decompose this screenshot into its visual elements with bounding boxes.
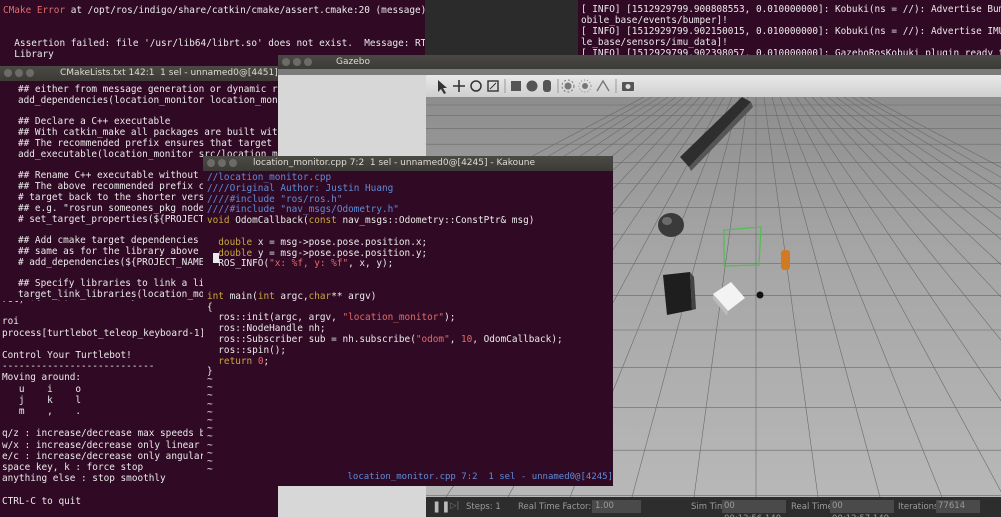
box-icon[interactable] xyxy=(511,81,521,91)
terminal-line: target_link_libraries(location_monito xyxy=(18,289,227,301)
sim-time-value: 00 00:12:56.140 xyxy=(722,500,786,517)
code-titlebar[interactable]: location_monitor.cpp 7:2 1 sel - unnamed… xyxy=(203,156,613,171)
sphere-icon[interactable] xyxy=(526,80,538,92)
code-line: ros::Subscriber sub = nh.subscribe("odom… xyxy=(207,334,563,345)
close-icon[interactable] xyxy=(207,159,215,167)
terminal-line: # add_dependencies(${PROJECT_NAME}_no xyxy=(18,256,227,268)
terminal-line: w/x : increase/decrease only linear spee xyxy=(2,439,228,451)
terminal-line: # target back to the shorter version xyxy=(18,192,222,203)
terminal-line: CTRL-C to quit xyxy=(2,495,82,507)
cylinder-model[interactable] xyxy=(781,250,790,270)
terminal-line: ${catkin_LIBRARIES} xyxy=(18,300,136,301)
select-icon[interactable] xyxy=(438,80,447,94)
step-icon[interactable]: ▷| xyxy=(450,501,459,511)
code-line: double y = msg->pose.pose.position.y; xyxy=(207,247,428,259)
minimize-icon[interactable] xyxy=(218,159,226,167)
terminal-line: ## same as for the library above xyxy=(18,246,199,257)
code-line: ros::init(argc, argv, "location_monitor"… xyxy=(207,312,456,324)
screenshot-icon[interactable] xyxy=(622,82,634,91)
code-line: { xyxy=(207,301,213,313)
code-line: ros::NodeHandle nh; xyxy=(207,323,326,335)
spot-light-icon[interactable] xyxy=(596,79,610,92)
terminal-line: # set_target_properties(${PROJECT_NAM xyxy=(18,213,227,225)
terminal-line: ## Specify libraries to link a librar xyxy=(18,278,227,290)
maximize-icon[interactable] xyxy=(229,159,237,167)
iterations-value: 77614 xyxy=(936,500,980,513)
translate-icon[interactable] xyxy=(453,80,465,92)
empty-line-marker: ~ xyxy=(207,464,213,476)
code-line: ros::spin(); xyxy=(207,344,287,356)
terminal-line: Library xyxy=(3,49,54,60)
code-line: int main(int argc,char** argv) xyxy=(207,290,377,302)
code-line: ROS_INFO("x: %f, y: %f", x, y); xyxy=(207,258,394,270)
steps-label[interactable]: Steps: 1 xyxy=(466,502,501,512)
terminal-line: ## e.g. "rosrun someones_pkg node" in xyxy=(18,202,227,214)
code-line: void OdomCallback(const nav_msgs::Odomet… xyxy=(207,215,535,227)
terminal-line: CMake Error at /opt/ros/indigo/share/cat… xyxy=(3,5,425,16)
point-light-icon[interactable] xyxy=(578,79,592,93)
terminal-line: Assertion failed: file '/usr/lib64/librt… xyxy=(3,38,425,49)
terminal-line: [ INFO] [1512929799.900808553, 0.0100000… xyxy=(581,4,1001,15)
location-monitor-editor-window[interactable]: location_monitor.cpp 7:2 1 sel - unnamed… xyxy=(203,156,613,486)
small-ball-model[interactable] xyxy=(756,291,764,299)
terminal-line: ## The above recommended prefix cause xyxy=(18,181,227,193)
iterations-label: Iterations: xyxy=(898,502,942,512)
gazebo-title: Gazebo xyxy=(336,57,370,67)
cylinder-icon[interactable] xyxy=(543,80,551,92)
close-icon[interactable] xyxy=(4,69,12,77)
terminal-line: q/z : increase/decrease max speeds by 10 xyxy=(2,428,228,440)
code-line: ////#include "nav_msgs/Odometry.h" xyxy=(207,204,399,216)
terminal-line: anything else : stop smoothly xyxy=(2,473,166,485)
real-time-value: 00 00:12:57.149 xyxy=(830,500,894,517)
sphere-model[interactable] xyxy=(658,213,684,237)
terminal-line: --------------------------- xyxy=(2,361,155,373)
gazebo-status-bar: ❚❚ ▷| Steps: 1 Real Time Factor: 1.00 Si… xyxy=(426,497,1001,517)
terminal-line: ## Add cmake target dependencies of t xyxy=(18,235,227,247)
rtf-value: 1.00 xyxy=(592,500,641,513)
dark-box-model[interactable] xyxy=(663,272,696,315)
gazebo-toolbar[interactable] xyxy=(426,75,1001,97)
code-line: double x = msg->pose.pose.position.x; xyxy=(207,236,428,248)
gazebo-titlebar[interactable]: Gazebo xyxy=(278,55,1001,69)
terminal-line: Control Your Turtlebot! xyxy=(2,350,132,361)
scale-icon[interactable] xyxy=(487,80,499,92)
code-status-line: location_monitor.cpp 7:2 1 sel - unnamed… xyxy=(347,472,613,482)
code-line: ////#include "ros/ros.h" xyxy=(207,193,343,205)
rotate-icon[interactable] xyxy=(470,80,482,92)
terminal-line: [ INFO] [1512929799.902150015, 0.0100000… xyxy=(581,26,1001,37)
rtf-label: Real Time Factor: xyxy=(518,502,592,512)
maximize-icon[interactable] xyxy=(26,69,34,77)
pause-icon[interactable]: ❚❚ xyxy=(432,500,450,513)
terminal-line: m , . xyxy=(2,406,82,417)
code-title: location_monitor.cpp 7:2 1 sel - unnamed… xyxy=(253,158,536,168)
terminal-line: space key, k : force stop xyxy=(2,462,144,473)
terminal-line: j k l xyxy=(2,394,82,406)
code-line: //location_monitor.cpp xyxy=(207,172,332,183)
white-box-model[interactable] xyxy=(713,282,745,316)
terminal-line: obile_base/events/bumper]! xyxy=(581,15,728,26)
code-line: ////Original Author: Justin Huang xyxy=(207,182,394,194)
code-line: return 0; xyxy=(207,355,270,367)
terminal-line: roi xyxy=(2,316,19,328)
terminal-line: e/c : increase/decrease only angular spe xyxy=(2,450,228,462)
sun-light-icon[interactable] xyxy=(561,79,575,93)
terminal-line: ## Rename C++ executable without pref xyxy=(18,170,227,182)
minimize-icon[interactable] xyxy=(15,69,23,77)
terminal-line: process[turtlebot_teleop_keyboard-1]: st xyxy=(2,327,228,339)
terminal-line: ## Declare a C++ executable xyxy=(18,116,171,128)
terminal-line: Moving around: xyxy=(2,372,82,384)
real-time-label: Real Time: xyxy=(791,502,836,512)
terminal-line: le_base/sensors/imu_data]! xyxy=(581,37,728,48)
terminal-line: u i o xyxy=(2,383,82,395)
